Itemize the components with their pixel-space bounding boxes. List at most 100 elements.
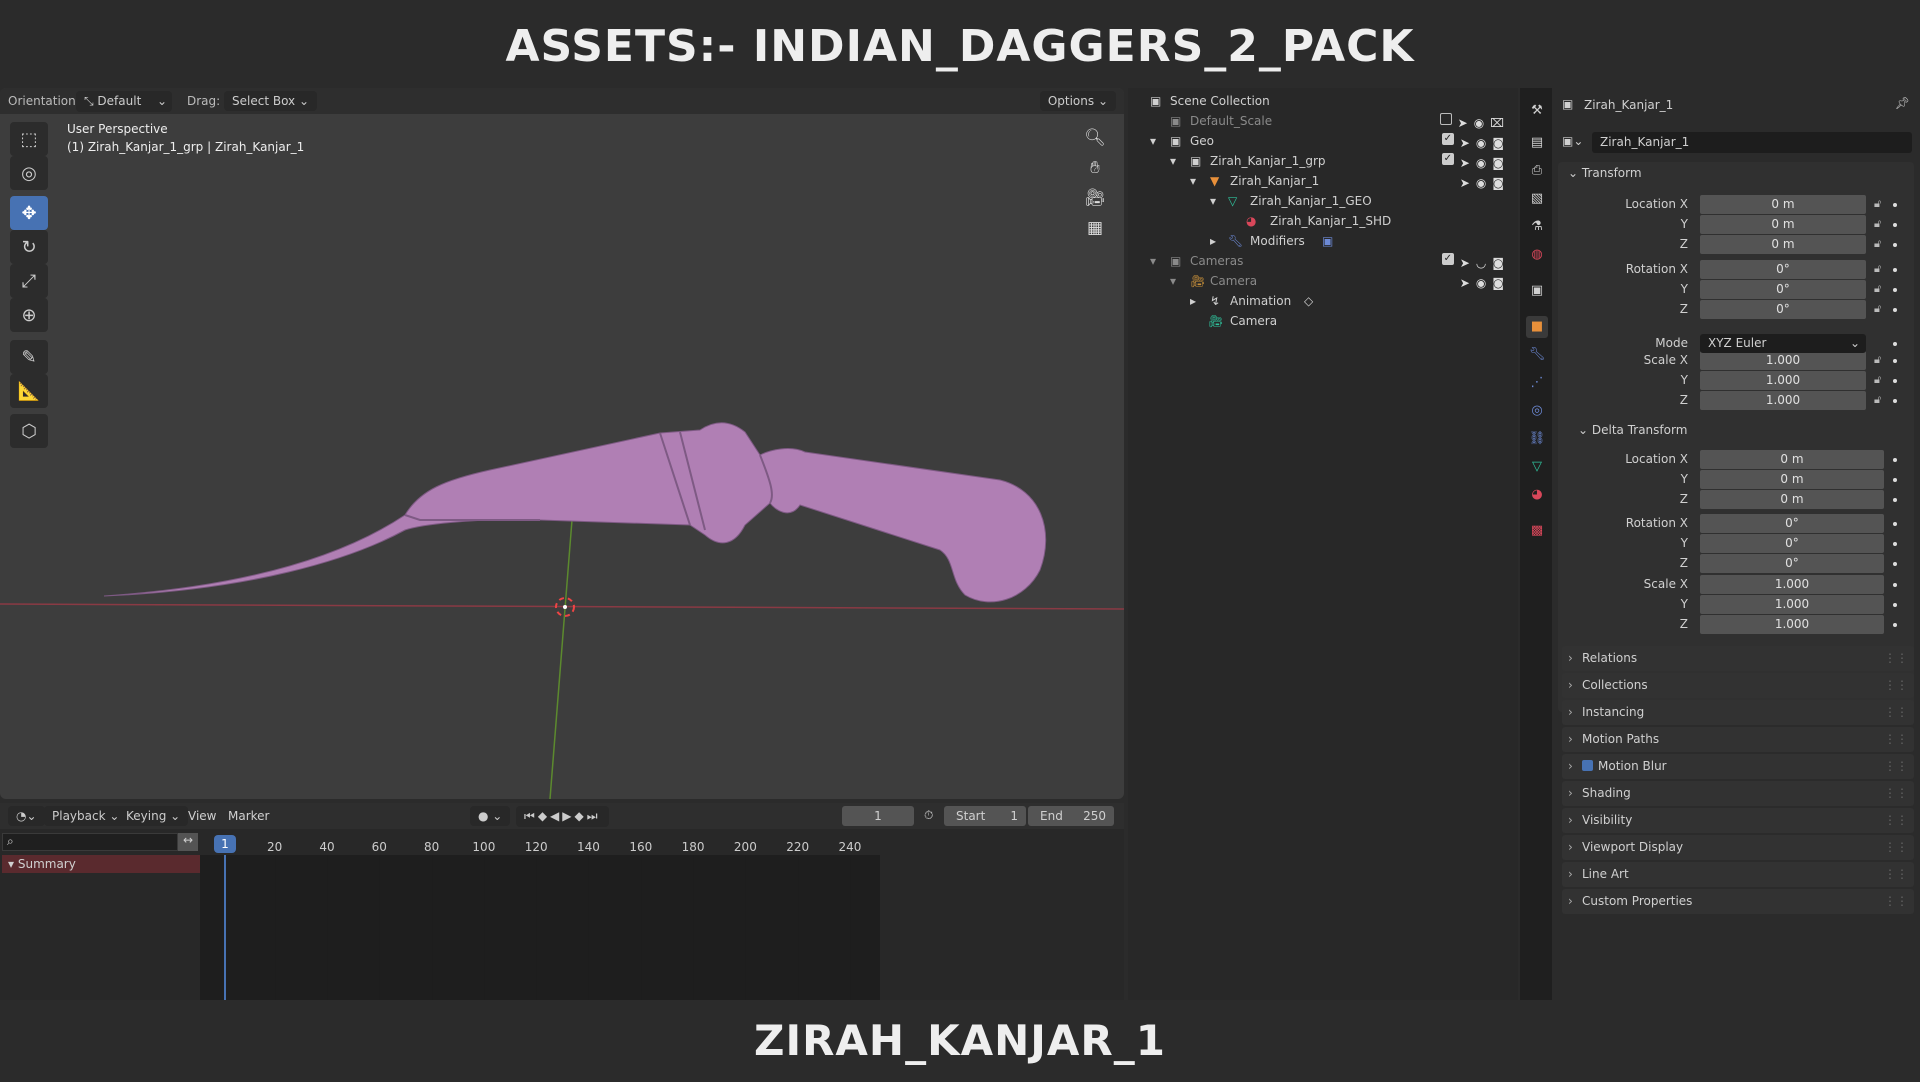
outliner-row-mesh-data[interactable]: ▾ ▽ Zirah_Kanjar_1_GEO bbox=[1128, 191, 1518, 211]
expand-arrow-icon[interactable]: ▾ bbox=[1170, 271, 1176, 291]
keyframe-dot[interactable] bbox=[1893, 308, 1897, 312]
eye-icon[interactable]: ◉ bbox=[1476, 133, 1486, 153]
stopwatch-icon[interactable]: ⏱ bbox=[924, 808, 933, 823]
rot-field[interactable]: 0° bbox=[1700, 300, 1866, 319]
keyframe-dot[interactable] bbox=[1893, 342, 1897, 346]
eye-closed-icon[interactable]: ◡ bbox=[1476, 253, 1486, 273]
expand-arrow-icon[interactable]: ▾ bbox=[1210, 191, 1216, 211]
keyframe-dot[interactable] bbox=[1893, 288, 1897, 292]
keyframe-dot[interactable] bbox=[1893, 203, 1897, 207]
rot-field[interactable]: 0° bbox=[1700, 260, 1866, 279]
outliner-row-camera-data[interactable]: 🎥︎ Camera bbox=[1128, 311, 1518, 331]
select-arrow-icon[interactable]: ➤ bbox=[1458, 113, 1468, 133]
modifier-tab[interactable]: 🔧︎ bbox=[1526, 344, 1548, 366]
keyframe-dot[interactable] bbox=[1893, 243, 1897, 247]
particles-tab[interactable]: ⋰ bbox=[1526, 372, 1548, 394]
drag-handle-icon[interactable]: ⋮⋮ bbox=[1884, 727, 1908, 752]
channel-search-input[interactable]: ⌕ bbox=[2, 833, 178, 851]
visibility-toggles[interactable]: ➤ ◉ ◙ bbox=[1460, 273, 1504, 293]
keyframe-dot[interactable] bbox=[1893, 359, 1897, 363]
scale-field[interactable]: 1.000 bbox=[1700, 371, 1866, 390]
panel-custom-properties[interactable]: › Custom Properties ⋮⋮ bbox=[1562, 889, 1914, 914]
exclude-checkbox[interactable]: ✓ bbox=[1441, 253, 1454, 265]
camera-render-icon[interactable]: ◙ bbox=[1492, 153, 1504, 173]
jump-end-icon[interactable]: ⏭ bbox=[587, 809, 601, 823]
play-reverse-icon[interactable]: ◀ bbox=[550, 809, 562, 823]
scale-field[interactable]: 1.000 bbox=[1700, 351, 1866, 370]
pin-icon[interactable]: 📌︎ bbox=[1895, 96, 1910, 110]
lock-icon[interactable]: 🔓︎ bbox=[1874, 353, 1881, 367]
camera-render-icon[interactable]: ◙ bbox=[1492, 253, 1504, 273]
select-arrow-icon[interactable]: ➤ bbox=[1460, 153, 1470, 173]
drot-field[interactable]: 0° bbox=[1700, 554, 1884, 573]
drag-handle-icon[interactable]: ⋮⋮ bbox=[1884, 862, 1908, 887]
keyframe-dot[interactable] bbox=[1893, 498, 1897, 502]
scene-tab[interactable]: ⚗ bbox=[1526, 216, 1548, 238]
swap-icon[interactable]: ↔ bbox=[178, 833, 198, 851]
lock-icon[interactable]: 🔓︎ bbox=[1874, 217, 1881, 231]
camera-render-icon[interactable]: ⌧ bbox=[1490, 113, 1504, 133]
select-arrow-icon[interactable]: ➤ bbox=[1460, 133, 1470, 153]
panel-motion-blur[interactable]: › Motion Blur ⋮⋮ bbox=[1562, 754, 1914, 779]
dloc-field[interactable]: 0 m bbox=[1700, 470, 1884, 489]
keyframe-dot[interactable] bbox=[1893, 562, 1897, 566]
outliner-row-geo[interactable]: ▾ ▣ Geo ✓ ➤ ◉ ◙ bbox=[1128, 131, 1518, 151]
drag-handle-icon[interactable]: ⋮⋮ bbox=[1884, 754, 1908, 779]
keyframe-dot[interactable] bbox=[1893, 399, 1897, 403]
keyframe-dot[interactable] bbox=[1893, 542, 1897, 546]
collection-tab[interactable]: ▣ bbox=[1526, 280, 1548, 302]
rot-field[interactable]: 0° bbox=[1700, 280, 1866, 299]
prev-keyframe-icon[interactable]: ◆ bbox=[538, 809, 550, 823]
end-frame-field[interactable]: End 250 bbox=[1028, 806, 1114, 826]
object-type-dropdown[interactable]: ▣⌄ bbox=[1562, 134, 1583, 148]
object-name-field[interactable]: Zirah_Kanjar_1 bbox=[1592, 132, 1912, 153]
marker-menu[interactable]: Marker bbox=[228, 809, 269, 823]
panel-shading[interactable]: › Shading ⋮⋮ bbox=[1562, 781, 1914, 806]
visibility-toggles[interactable]: ✓ ➤ ◉ ◙ bbox=[1441, 153, 1504, 173]
panel-viewport-display[interactable]: › Viewport Display ⋮⋮ bbox=[1562, 835, 1914, 860]
lock-icon[interactable]: 🔓︎ bbox=[1874, 262, 1881, 276]
playback-controls[interactable]: ⏮◆◀▶◆⏭ bbox=[516, 806, 609, 827]
expand-arrow-icon[interactable]: ▾ bbox=[1170, 151, 1176, 171]
select-arrow-icon[interactable]: ➤ bbox=[1460, 273, 1470, 293]
keyframe-dot[interactable] bbox=[1893, 478, 1897, 482]
world-tab[interactable]: ◍ bbox=[1526, 244, 1548, 266]
material-tab[interactable]: ◕ bbox=[1526, 484, 1548, 506]
outliner-row-material[interactable]: ◕ Zirah_Kanjar_1_SHD bbox=[1128, 211, 1518, 231]
expand-arrow-icon[interactable]: ▸ bbox=[1190, 291, 1196, 311]
keyframe-dot[interactable] bbox=[1893, 522, 1897, 526]
auto-key-button[interactable]: ● ⌄ bbox=[470, 806, 511, 826]
drag-handle-icon[interactable]: ⋮⋮ bbox=[1884, 835, 1908, 860]
drot-field[interactable]: 0° bbox=[1700, 534, 1884, 553]
outliner-row-camera-object[interactable]: ▾ 🎥︎ Camera ➤ ◉ ◙ bbox=[1128, 271, 1518, 291]
drag-handle-icon[interactable]: ⋮⋮ bbox=[1884, 889, 1908, 914]
outliner-row-grp[interactable]: ▾ ▣ Zirah_Kanjar_1_grp ✓ ➤ ◉ ◙ bbox=[1128, 151, 1518, 171]
transform-header[interactable]: ⌄ Transform bbox=[1568, 166, 1642, 180]
eye-icon[interactable]: ◉ bbox=[1476, 273, 1486, 293]
lock-icon[interactable]: 🔓︎ bbox=[1874, 237, 1881, 251]
next-keyframe-icon[interactable]: ◆ bbox=[575, 809, 587, 823]
visibility-toggles[interactable]: ➤ ◉ ⌧ bbox=[1439, 113, 1504, 133]
exclude-checkbox[interactable]: ✓ bbox=[1441, 133, 1454, 145]
drag-handle-icon[interactable]: ⋮⋮ bbox=[1884, 646, 1908, 671]
panel-visibility[interactable]: › Visibility ⋮⋮ bbox=[1562, 808, 1914, 833]
keyframe-dot[interactable] bbox=[1893, 623, 1897, 627]
dopesheet-area[interactable] bbox=[200, 855, 880, 1000]
eye-icon[interactable]: ◉ bbox=[1474, 113, 1484, 133]
panel-collections[interactable]: › Collections ⋮⋮ bbox=[1562, 673, 1914, 698]
constraints-tab[interactable]: ⛓ bbox=[1526, 428, 1548, 450]
keyframe-dot[interactable] bbox=[1893, 603, 1897, 607]
lock-icon[interactable]: 🔓︎ bbox=[1874, 393, 1881, 407]
loc-field[interactable]: 0 m bbox=[1700, 195, 1866, 214]
outliner-row-modifiers[interactable]: ▸ 🔧︎ Modifiers ▣ bbox=[1128, 231, 1518, 251]
dscale-field[interactable]: 1.000 bbox=[1700, 575, 1884, 594]
scale-field[interactable]: 1.000 bbox=[1700, 391, 1866, 410]
view-layer-tab[interactable]: ▧ bbox=[1526, 188, 1548, 210]
visibility-toggles[interactable]: ✓ ➤ ◉ ◙ bbox=[1441, 133, 1504, 153]
view-menu[interactable]: View bbox=[188, 809, 216, 823]
rotation-mode-dropdown[interactable]: XYZ Euler ⌄ bbox=[1700, 334, 1866, 353]
camera-render-icon[interactable]: ◙ bbox=[1492, 173, 1504, 193]
editor-type-dropdown[interactable]: ◔⌄ bbox=[8, 806, 45, 826]
panel-instancing[interactable]: › Instancing ⋮⋮ bbox=[1562, 700, 1914, 725]
jump-start-icon[interactable]: ⏮ bbox=[524, 809, 538, 823]
